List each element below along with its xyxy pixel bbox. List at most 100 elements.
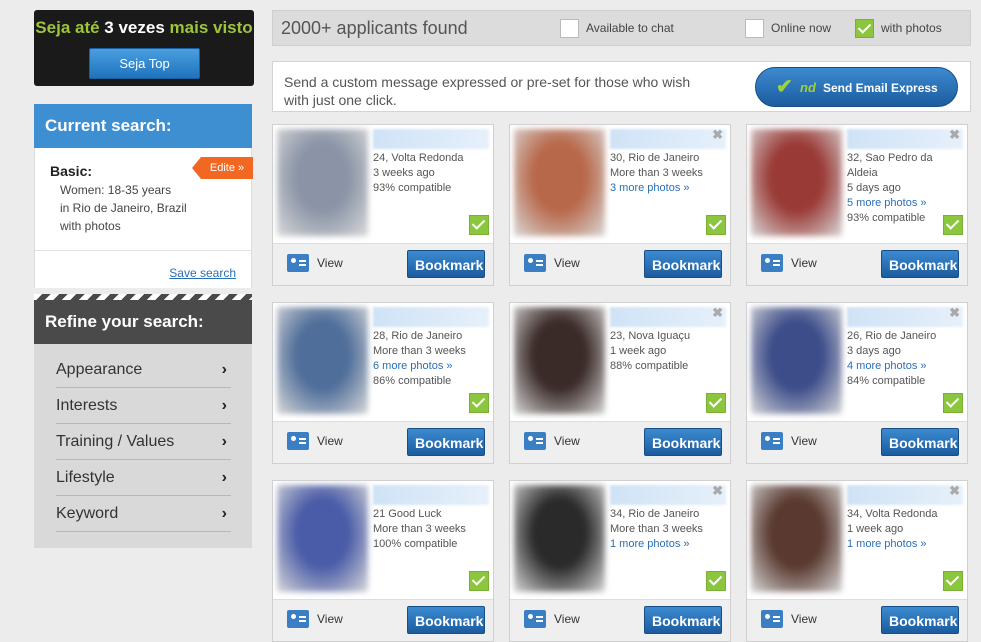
seja-top-button[interactable]: Seja Top [89,48,200,79]
select-checkbox[interactable] [943,215,963,235]
applicant-name[interactable] [847,307,963,327]
applicant-info-line: 100% compatible [373,538,458,550]
more-photos-link[interactable]: 1 more photos » [847,538,927,550]
chevron-right-icon: › [221,469,227,486]
more-photos-link[interactable]: 6 more photos » [373,360,453,372]
applicant-info-line: 84% compatible [847,375,926,387]
applicant-info-line: 1 week ago [847,523,904,535]
filter-label: Available to chat [586,21,674,35]
applicant-photo[interactable] [751,129,842,236]
refine-item-lifestyle[interactable]: Lifestyle › [56,460,231,496]
applicant-photo[interactable] [277,129,368,236]
refine-item-label: Training / Values [56,433,175,450]
select-checkbox[interactable] [943,393,963,413]
close-icon[interactable]: ✖ [949,483,960,499]
promo-banner: Seja até 3 vezes mais visto Seja Top [34,10,254,86]
select-checkbox[interactable] [706,571,726,591]
applicant-info-line: 3 weeks ago [373,167,435,179]
select-checkbox[interactable] [706,393,726,413]
refine-item-label: Interests [56,397,118,414]
applicant-card[interactable]: 23, Nova Iguaçu 1 week ago 88% compatible ✖… [509,302,731,464]
send-email-express-button[interactable]: ✔ nd Send Email Express [755,67,958,107]
bookmark-button[interactable]: Bookmark [881,428,959,456]
close-icon[interactable]: ✖ [949,127,960,143]
card-actions: View Bookmark [273,243,493,285]
more-photos-link[interactable]: 4 more photos » [847,360,927,372]
applicant-card[interactable]: 30, Rio de Janeiro More than 3 weeks 3 mor… [509,124,731,286]
select-checkbox[interactable] [943,571,963,591]
applicant-name[interactable] [847,485,963,505]
close-icon[interactable]: ✖ [712,483,723,499]
bookmark-button[interactable]: Bookmark [407,250,485,278]
more-photos-link[interactable]: 1 more photos » [610,538,690,550]
select-checkbox[interactable] [469,393,489,413]
applicant-card[interactable]: 34, Rio de Janeiro More than 3 weeks 1 mor… [509,480,731,642]
close-icon[interactable]: ✖ [949,305,960,321]
checkbox[interactable] [560,19,579,38]
applicant-name[interactable] [610,129,726,149]
select-checkbox[interactable] [706,215,726,235]
applicant-info-line: 32, Sao Pedro da [847,152,933,164]
card-actions: View Bookmark [747,243,967,285]
save-search-link[interactable]: Save search [169,266,236,280]
results-toolbar: 2000+ applicants found Available to chat… [272,10,971,46]
refine-item-interests[interactable]: Interests › [56,388,231,424]
applicant-photo[interactable] [751,307,842,414]
divider [35,250,251,251]
view-label: View [317,256,343,270]
bookmark-button[interactable]: Bookmark [407,606,485,634]
applicant-name[interactable] [373,307,489,327]
applicant-card[interactable]: 24, Volta Redonda 3 weeks ago 93% compatib… [272,124,494,286]
profile-card-icon [524,610,546,628]
bookmark-button[interactable]: Bookmark [881,606,959,634]
bookmark-button[interactable]: Bookmark [644,606,722,634]
current-search-panel: Basic: Edite » Women: 18-35 years in Rio… [34,148,253,288]
checkbox[interactable] [745,19,764,38]
chevron-right-icon: › [221,433,227,450]
filter-label: Online now [771,21,832,35]
refine-item-appearance[interactable]: Appearance › [56,352,231,388]
profile-card-icon [287,254,309,272]
applicant-card[interactable]: 28, Rio de Janeiro More than 3 weeks 6 mor… [272,302,494,464]
card-actions: View Bookmark [510,421,730,463]
applicant-photo[interactable] [277,307,368,414]
send-email-express-label: Send Email Express [823,81,938,95]
card-actions: View Bookmark [747,421,967,463]
applicant-info-line: 34, Rio de Janeiro [610,508,700,520]
bookmark-button[interactable]: Bookmark [644,428,722,456]
bookmark-button[interactable]: Bookmark [644,250,722,278]
refine-item-training-values[interactable]: Training / Values › [56,424,231,460]
applicant-info-line: 24, Volta Redonda [373,152,464,164]
more-photos-link[interactable]: 3 more photos » [610,182,690,194]
card-actions: View Bookmark [273,599,493,641]
applicant-name[interactable] [610,307,726,327]
applicant-card[interactable]: 34, Volta Redonda 1 week ago 1 more photos… [746,480,968,642]
applicant-info-line: 28, Rio de Janeiro [373,330,463,342]
more-photos-link[interactable]: 5 more photos » [847,197,927,209]
select-checkbox[interactable] [469,571,489,591]
applicant-name[interactable] [847,129,963,149]
applicant-card[interactable]: 26, Rio de Janeiro 3 days ago 4 more photo… [746,302,968,464]
applicant-photo[interactable] [277,485,368,592]
applicant-card[interactable]: 21 Good Luck More than 3 weeks 100% compat… [272,480,494,642]
applicant-card[interactable]: 32, Sao Pedro da Aldeia 5 days ago 5 more p… [746,124,968,286]
promo-title-part1: Seja até [35,18,100,37]
card-actions: View Bookmark [510,599,730,641]
applicant-photo[interactable] [514,485,605,592]
bookmark-button[interactable]: Bookmark [407,428,485,456]
edit-button[interactable]: Edite » [192,157,253,179]
applicant-name[interactable] [373,485,489,505]
refine-item-keyword[interactable]: Keyword › [56,496,231,532]
checkbox-checked[interactable] [855,19,874,38]
close-icon[interactable]: ✖ [712,305,723,321]
select-checkbox[interactable] [469,215,489,235]
applicant-photo[interactable] [514,307,605,414]
applicant-photo[interactable] [751,485,842,592]
close-icon[interactable]: ✖ [712,127,723,143]
applicant-photo[interactable] [514,129,605,236]
applicant-name[interactable] [610,485,726,505]
applicant-name[interactable] [373,129,489,149]
bookmark-button[interactable]: Bookmark [881,250,959,278]
view-label: View [317,612,343,626]
applicant-info-line: More than 3 weeks [610,523,703,535]
